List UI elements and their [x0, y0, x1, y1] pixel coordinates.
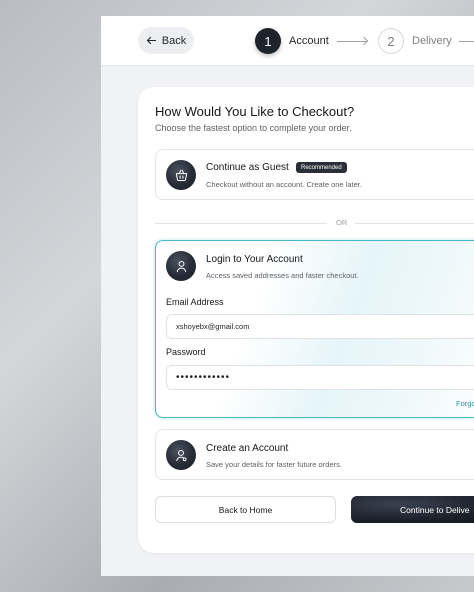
step-number: 2 — [378, 28, 404, 54]
step-label: Account — [289, 35, 329, 47]
create-account-description: Save your details for faster future orde… — [206, 460, 342, 469]
user-icon — [166, 251, 196, 281]
step-arrow-icon — [359, 36, 369, 46]
step-delivery: 2 Delivery — [378, 28, 452, 54]
step-label: Delivery — [412, 35, 452, 47]
step-number: 1 — [255, 28, 281, 54]
create-account-title: Create an Account — [206, 443, 289, 454]
step-account: 1 Account — [255, 28, 329, 54]
login-option-title: Login to Your Account — [206, 254, 303, 265]
user-plus-icon — [166, 440, 196, 470]
password-label: Password — [166, 347, 206, 357]
back-button-label: Back — [161, 34, 187, 47]
guest-option-description: Checkout without an account. Create one … — [206, 180, 362, 189]
arrow-left-icon — [146, 36, 156, 45]
or-divider: OR — [155, 218, 474, 228]
email-field[interactable] — [166, 314, 474, 339]
shopping-basket-icon — [166, 160, 196, 190]
or-label: OR — [336, 218, 348, 227]
page-title: How Would You Like to Checkout? — [155, 104, 355, 119]
login-option[interactable]: Login to Your Account Access saved addre… — [155, 240, 474, 418]
forgot-password-link[interactable]: Forgo — [456, 399, 474, 408]
back-to-home-button[interactable]: Back to Home — [155, 496, 336, 523]
create-account-option[interactable]: Create an Account Save your details for … — [155, 429, 474, 480]
divider-line — [355, 223, 474, 224]
checkout-window: Back 1 Account 2 Delivery How Would You … — [101, 16, 474, 576]
continue-to-delivery-button[interactable]: Continue to Delive — [351, 496, 474, 523]
checkout-card: How Would You Like to Checkout? Choose t… — [138, 87, 474, 553]
email-label: Email Address — [166, 297, 224, 307]
step-connector — [459, 41, 474, 42]
page-subtitle: Choose the fastest option to complete yo… — [155, 123, 352, 133]
guest-option-title: Continue as Guest — [206, 162, 289, 173]
divider-line — [155, 223, 327, 224]
back-button[interactable]: Back — [138, 27, 194, 54]
header-bar: Back 1 Account 2 Delivery — [101, 16, 474, 66]
login-option-description: Access saved addresses and faster checko… — [206, 271, 359, 280]
password-field[interactable] — [166, 365, 474, 390]
recommended-badge: Recommended — [296, 162, 347, 173]
guest-option[interactable]: Continue as Guest Recommended Checkout w… — [155, 149, 474, 200]
